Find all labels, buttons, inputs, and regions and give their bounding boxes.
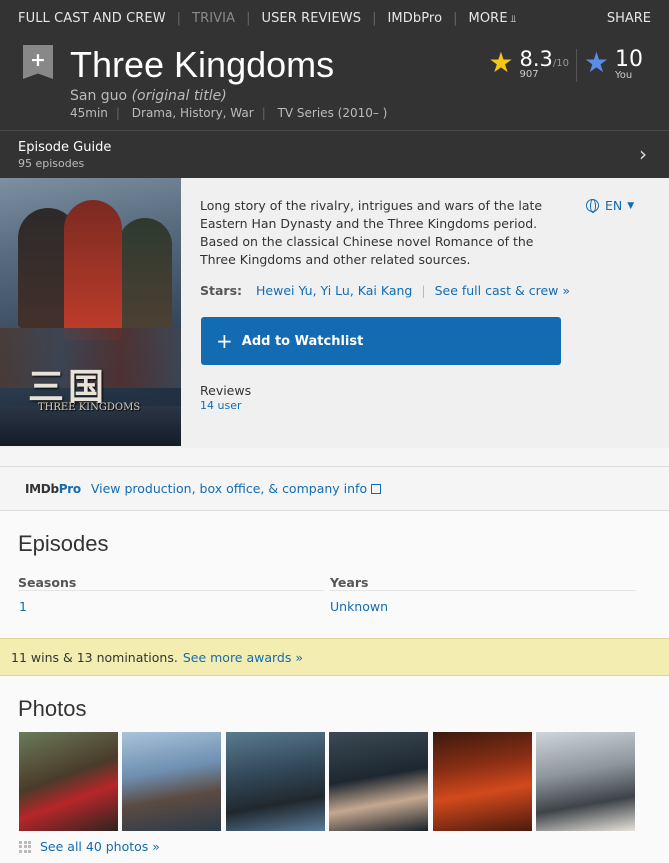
- awards-bar: 11 wins & 13 nominations. See more award…: [0, 638, 669, 676]
- imdbpro-logo-b: Pro: [58, 481, 81, 496]
- nav-more-label: MORE: [468, 10, 508, 26]
- poster-image[interactable]: 三国 THREE KINGDOMS: [0, 178, 181, 446]
- imdbpro-link-text: View production, box office, & company i…: [90, 481, 368, 496]
- original-title-suffix: (original title): [131, 88, 227, 104]
- nav-imdbpro[interactable]: IMDbPro: [388, 11, 443, 26]
- photo-thumbnail[interactable]: [433, 732, 532, 831]
- photo-thumbnail[interactable]: [329, 732, 428, 831]
- plus-icon: +: [216, 329, 233, 353]
- stars-names[interactable]: Hewei Yu, Yi Lu, Kai Kang: [256, 283, 412, 298]
- chevron-down-icon: ⫫: [510, 13, 517, 25]
- title-meta: 45min | Drama, History, War | TV Series (2…: [70, 106, 388, 120]
- plot-summary: Long story of the rivalry, intrigues and…: [200, 198, 543, 267]
- see-all-photos-link[interactable]: See all 40 photos »: [19, 839, 160, 854]
- star-icon: ★: [488, 46, 514, 79]
- chevron-right-icon: ›: [639, 142, 647, 166]
- overview: 三国 THREE KINGDOMS Long story of the riva…: [0, 178, 669, 448]
- full-cast-link[interactable]: See full cast & crew »: [435, 283, 570, 298]
- globe-icon: [586, 199, 599, 213]
- episodes-section: Episodes Seasons Years 1 Unknown: [0, 511, 669, 638]
- season-link[interactable]: 1: [19, 599, 27, 614]
- genres: Drama, History, War: [131, 106, 254, 120]
- poster-figure: [64, 200, 122, 340]
- share-button[interactable]: SHARE: [607, 11, 651, 26]
- nav-trivia[interactable]: TRIVIA: [192, 11, 235, 26]
- photos-section: Photos See all 40 photos »: [0, 676, 669, 863]
- imdbpro-logo: IMDbPro: [25, 482, 81, 496]
- your-rating[interactable]: ★ 10 You: [584, 47, 643, 81]
- photos-title: Photos: [18, 696, 87, 721]
- photo-thumbnail[interactable]: [19, 732, 118, 831]
- reviews-label: Reviews: [200, 383, 252, 398]
- imdbpro-link[interactable]: View production, box office, & company i…: [90, 481, 382, 496]
- add-bookmark-icon[interactable]: +: [23, 45, 53, 79]
- title-block: + Three Kingdoms San guo (original title…: [0, 36, 669, 130]
- page-title: Three Kingdoms: [70, 44, 335, 85]
- nav-full-cast[interactable]: FULL CAST AND CREW: [18, 11, 166, 26]
- photo-thumbnail[interactable]: [122, 732, 221, 831]
- poster-logo-sub: THREE KINGDOMS: [38, 402, 141, 413]
- divider: [576, 49, 577, 82]
- see-all-photos-label: See all 40 photos »: [40, 839, 160, 854]
- stars-label: Stars:: [200, 283, 243, 298]
- language-selector[interactable]: EN ▼: [586, 198, 634, 213]
- awards-text: 11 wins & 13 nominations.: [11, 649, 178, 665]
- year-link[interactable]: Unknown: [330, 599, 388, 614]
- photo-thumbnail[interactable]: [226, 732, 325, 831]
- rating-outof: /10: [552, 58, 569, 69]
- external-link-icon: [371, 484, 382, 494]
- original-title: San guo (original title): [70, 88, 227, 104]
- imdb-rating[interactable]: ★ 8.3/10 907: [488, 47, 569, 80]
- top-nav: FULL CAST AND CREW | TRIVIA | USER REVIE…: [0, 0, 669, 36]
- imdbpro-bar: IMDbPro View production, box office, & c…: [0, 466, 669, 511]
- series-type: TV Series (2010– ): [277, 106, 388, 120]
- nav-user-reviews[interactable]: USER REVIEWS: [261, 11, 361, 26]
- years-header: Years: [330, 575, 636, 591]
- watchlist-label: Add to Watchlist: [241, 333, 364, 349]
- add-to-watchlist-button[interactable]: + Add to Watchlist: [201, 317, 561, 365]
- stars-line: Stars: Hewei Yu, Yi Lu, Kai Kang | See f…: [200, 283, 571, 298]
- episodes-title: Episodes: [18, 531, 109, 556]
- original-title-text: San guo: [70, 88, 128, 104]
- grid-icon: [19, 840, 31, 853]
- caret-down-icon: ▼: [627, 200, 635, 211]
- episode-count: 95 episodes: [18, 157, 85, 170]
- reviews: Reviews 14 user: [200, 383, 251, 412]
- user-reviews-link[interactable]: 14 user: [200, 399, 251, 412]
- episode-guide-label: Episode Guide: [18, 140, 112, 155]
- language-label: EN: [605, 198, 623, 213]
- episode-guide[interactable]: Episode Guide 95 episodes ›: [0, 130, 669, 178]
- blue-star-icon: ★: [583, 46, 609, 79]
- poster-figure: [118, 218, 172, 328]
- see-more-awards-link[interactable]: See more awards »: [183, 650, 303, 665]
- rating-value: 8.3: [519, 47, 553, 71]
- nav-more[interactable]: MORE ⫫: [469, 11, 517, 26]
- runtime: 45min: [70, 106, 108, 120]
- photo-thumbnail[interactable]: [536, 732, 635, 831]
- your-rating-value: 10: [615, 47, 643, 72]
- imdbpro-logo-a: IMDb: [25, 481, 59, 496]
- seasons-header: Seasons: [18, 575, 324, 591]
